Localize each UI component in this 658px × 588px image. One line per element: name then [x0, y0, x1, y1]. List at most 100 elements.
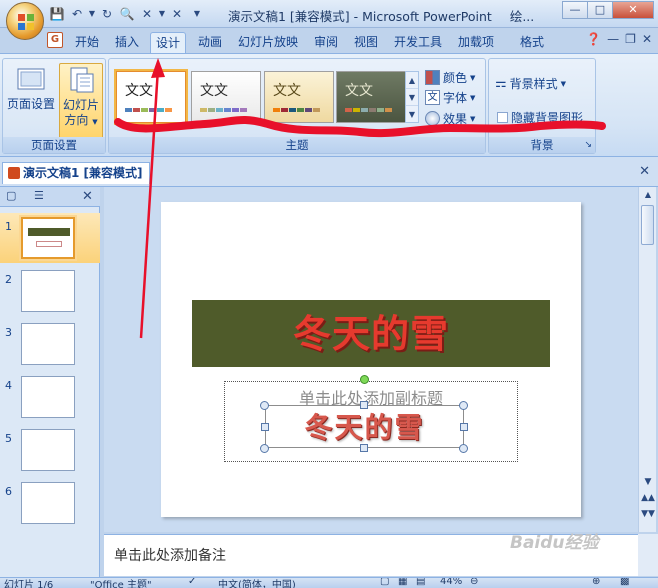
slide-number: 4 — [5, 379, 12, 392]
dropdown-arrow-icon[interactable]: ▼ — [88, 5, 96, 23]
theme-civic[interactable]: 文文 — [336, 71, 406, 123]
theme-apex[interactable]: 文文 — [191, 71, 261, 123]
slides-tab-icon[interactable]: ▢ — [6, 189, 16, 202]
tab-home[interactable]: 开始 — [68, 32, 106, 53]
tab-animation[interactable]: 动画 — [192, 32, 228, 53]
doc-minimize-icon[interactable]: — — [607, 32, 619, 46]
slideshow-view-icon[interactable]: ▤ — [416, 578, 425, 587]
spell-check-icon[interactable]: ✓ — [188, 578, 196, 587]
theme-effects-button[interactable]: 效果 ▼ — [425, 110, 475, 127]
save-icon[interactable]: 💾 — [48, 5, 66, 23]
doc-close-icon[interactable]: ✕ — [642, 32, 652, 46]
tab-insert[interactable]: 插入 — [110, 32, 144, 53]
undo-icon[interactable]: ↶ — [68, 5, 86, 23]
document-tab[interactable]: 演示文稿1 [兼容模式] — [2, 162, 150, 184]
slide-title-text[interactable]: 冬天的雪 — [192, 303, 550, 358]
scroll-thumb[interactable] — [641, 205, 654, 245]
redo-icon[interactable]: ↻ — [98, 5, 116, 23]
resize-handle-bl[interactable] — [260, 444, 269, 453]
resize-handle-t[interactable] — [360, 401, 368, 409]
close-document-icon[interactable]: ✕ — [639, 164, 650, 179]
zoom-in-icon[interactable]: ⊕ — [592, 578, 600, 587]
tab-view[interactable]: 视图 — [348, 32, 384, 53]
slide-thumbnail-6[interactable] — [21, 482, 75, 524]
dropdown-arrow-icon: ▼ — [560, 79, 567, 88]
hide-background-graphics-checkbox[interactable]: 隐藏背景图形 — [497, 109, 583, 126]
maximize-button[interactable]: □ — [587, 1, 613, 19]
doc-restore-icon[interactable]: ❐ — [625, 32, 636, 46]
wordart-text[interactable]: 冬天的雪 — [265, 406, 464, 446]
theme-aspect[interactable]: 文文 — [264, 71, 334, 123]
ribbon-help-controls: ❓ — ❐ ✕ — [586, 32, 652, 46]
scroll-down-icon[interactable]: ▼ — [639, 477, 657, 487]
language-status: 中文(简体，中国) — [218, 580, 296, 588]
resize-handle-l[interactable] — [261, 423, 269, 431]
tab-format[interactable]: 格式 — [510, 32, 554, 53]
ribbon-tabs: 开始 插入 设计 动画 幻灯片放映 审阅 视图 开发工具 加载项 格式 — [0, 28, 658, 53]
resize-handle-b[interactable] — [360, 444, 368, 452]
resize-handle-tl[interactable] — [260, 401, 269, 410]
close-button[interactable]: ✕ — [612, 1, 654, 19]
notes-placeholder[interactable]: 单击此处添加备注 — [114, 545, 226, 565]
normal-view-icon[interactable]: ▢ — [380, 578, 389, 587]
thumb-title-bar — [28, 228, 70, 236]
slide-orientation-label-1: 幻灯片 — [62, 98, 99, 112]
theme-colors-button[interactable]: 颜色 ▼ — [425, 69, 475, 86]
previous-slide-icon[interactable]: ▲▲ — [639, 493, 657, 503]
themes-group: 文文 文文 文文 文文 ▲ ▼ ▼ 颜色 ▼ 文 字体 ▼ 效果 ▼ 主题 — [108, 58, 486, 154]
gallery-down-icon[interactable]: ▼ — [406, 89, 418, 106]
colors-icon — [425, 70, 440, 85]
resize-handle-r[interactable] — [460, 423, 468, 431]
dropdown-arrow-icon[interactable]: ▼ — [158, 5, 166, 23]
next-slide-icon[interactable]: ▼▼ — [639, 509, 657, 519]
checkbox-icon[interactable] — [497, 112, 508, 123]
slide-thumbnail-3[interactable] — [21, 323, 75, 365]
background-group-label: 背景 ↘ — [489, 137, 595, 153]
theme-office[interactable]: 文文 — [114, 69, 188, 125]
background-styles-button[interactable]: ⚎ 背景样式 ▼ — [495, 75, 566, 92]
zoom-out-icon[interactable]: ⊖ — [470, 578, 478, 587]
office-button[interactable] — [6, 2, 44, 40]
slide-thumbnail-1[interactable] — [21, 217, 75, 259]
tab-design[interactable]: 设计 — [150, 32, 186, 53]
gallery-more-icon[interactable]: ▼ — [406, 106, 418, 123]
theme-fonts-button[interactable]: 文 字体 ▼ — [425, 89, 475, 106]
scroll-up-icon[interactable]: ▲ — [639, 187, 657, 203]
tab-slideshow[interactable]: 幻灯片放映 — [232, 32, 304, 53]
slide-thumbnail-5[interactable] — [21, 429, 75, 471]
help-icon[interactable]: ❓ — [586, 32, 601, 46]
theme-sample-text: 文文 — [345, 83, 373, 99]
thumb-subtitle-box — [36, 241, 62, 247]
vertical-scrollbar[interactable]: ▲ ▼ ▲▲ ▼▼ — [638, 187, 656, 532]
tab-developer[interactable]: 开发工具 — [388, 32, 448, 53]
page-setup-group-label: 页面设置 — [3, 137, 105, 153]
customize-qat-icon[interactable]: ▼ — [188, 5, 206, 23]
slide-number: 2 — [5, 273, 12, 286]
dropdown-arrow-icon: ▼ — [470, 93, 476, 102]
zoom-level[interactable]: 44% — [440, 578, 462, 587]
tab-review[interactable]: 审阅 — [308, 32, 344, 53]
minimize-button[interactable]: — — [562, 1, 588, 19]
resize-handle-tr[interactable] — [459, 401, 468, 410]
slide-orientation-button[interactable]: 幻灯片 方向 ▼ — [59, 63, 103, 139]
fit-to-window-icon[interactable]: ▩ — [620, 578, 629, 587]
close-all-icon[interactable]: ✕ — [168, 5, 186, 23]
close-doc-icon[interactable]: ✕ — [138, 5, 156, 23]
status-bar: 幻灯片 1/6 "Office 主题" ✓ 中文(简体，中国) ▢ ▦ ▤ 44… — [0, 577, 658, 588]
dialog-launcher-icon[interactable]: ↘ — [584, 137, 592, 153]
background-group: ⚎ 背景样式 ▼ 隐藏背景图形 背景 ↘ — [488, 58, 596, 154]
print-preview-icon[interactable]: 🔍 — [118, 5, 136, 23]
slide-sorter-icon[interactable]: ▦ — [398, 578, 407, 587]
close-pane-icon[interactable]: ✕ — [82, 189, 93, 204]
powerpoint-app-icon: G — [47, 32, 63, 48]
rotation-handle[interactable] — [360, 375, 369, 384]
outline-tab-icon[interactable]: ☰ — [34, 189, 44, 202]
page-setup-button[interactable]: 页面设置 — [5, 63, 57, 135]
resize-handle-br[interactable] — [459, 444, 468, 453]
slide-thumbnail-4[interactable] — [21, 376, 75, 418]
slide-thumbnail-2[interactable] — [21, 270, 75, 312]
hide-background-label: 隐藏背景图形 — [511, 111, 584, 125]
tab-addins[interactable]: 加载项 — [452, 32, 500, 53]
page-setup-group: 页面设置 幻灯片 方向 ▼ 页面设置 — [2, 58, 106, 154]
gallery-up-icon[interactable]: ▲ — [406, 72, 418, 89]
